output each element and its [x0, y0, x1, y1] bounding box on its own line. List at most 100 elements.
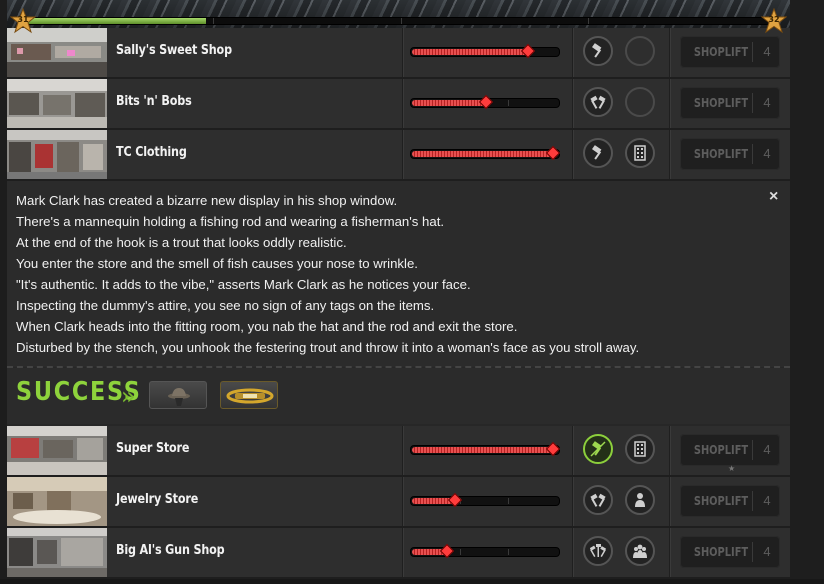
progress-segment	[588, 18, 589, 24]
divider	[669, 528, 670, 577]
progress-marker-icon	[478, 94, 493, 110]
divider	[669, 477, 670, 526]
crime-progress-bar	[410, 94, 560, 110]
shoplift-button[interactable]: SHOPLIFT 4	[680, 485, 780, 517]
story-line: Disturbed by the stench, you unhook the …	[16, 340, 640, 355]
shoplift-button[interactable]: SHOPLIFT 4	[680, 87, 780, 119]
three-hammers-icon[interactable]	[583, 536, 613, 566]
divider	[752, 440, 753, 460]
crime-name: Bits 'n' Bobs	[116, 94, 192, 109]
divider	[572, 528, 573, 577]
shoplift-button[interactable]: SHOPLIFT 4	[680, 536, 780, 568]
progress-tick	[508, 549, 509, 555]
progress-marker-icon	[545, 145, 561, 161]
hammers-icon[interactable]	[583, 485, 613, 515]
close-icon[interactable]: ×	[769, 188, 778, 206]
divider	[402, 130, 403, 179]
story-line: "It's authentic. It adds to the vibe," a…	[16, 277, 471, 292]
divider	[752, 144, 753, 164]
crime-row-jewelry-store: Jewelry Store SHOPLIFT 4	[7, 477, 790, 528]
hammer-icon[interactable]	[583, 138, 613, 168]
crime-name: Big Al's Gun Shop	[116, 543, 225, 558]
gun-shop-thumbnail	[7, 528, 107, 577]
nerve-cost: 4	[763, 442, 771, 457]
nerve-cost: 4	[763, 146, 771, 161]
crime-progress-fill	[412, 100, 485, 106]
group-icon[interactable]	[625, 536, 655, 566]
fisherman-hat-item-icon[interactable]	[149, 381, 207, 409]
progress-tick	[508, 100, 509, 106]
shoplift-button[interactable]: SHOPLIFT 4	[680, 138, 780, 170]
nerve-cost: 4	[763, 44, 771, 59]
result-bar: SUCCESS »	[7, 368, 790, 424]
person-icon[interactable]	[625, 485, 655, 515]
progress-segment	[401, 18, 402, 24]
progress-segment	[213, 18, 214, 24]
divider	[402, 79, 403, 128]
crime-progress-bar	[410, 492, 560, 508]
crimes-app: 31 32 Sally's Sweet Shop SHOPLIFT 4 Bits…	[0, 0, 824, 584]
progress-marker-icon	[439, 543, 454, 559]
crime-row-bits-n-bobs: Bits 'n' Bobs SHOPLIFT 4	[7, 79, 790, 130]
hammers-icon[interactable]	[583, 87, 613, 117]
divider	[402, 477, 403, 526]
empty-slot-icon	[625, 87, 655, 117]
divider	[669, 79, 670, 128]
shoplift-label: SHOPLIFT	[693, 147, 749, 161]
divider	[572, 130, 573, 179]
shoplift-button[interactable]: SHOPLIFT 4	[680, 434, 780, 466]
crime-progress-bar	[410, 43, 560, 59]
story-line: At the end of the hook is a trout that l…	[16, 235, 347, 250]
star-icon: ★	[728, 464, 736, 473]
crime-name: Sally's Sweet Shop	[116, 43, 232, 58]
divider	[669, 130, 670, 179]
crime-progress-fill	[412, 151, 552, 157]
chevron-right-icon: »	[121, 382, 136, 410]
super-store-thumbnail	[7, 426, 107, 475]
divider	[572, 28, 573, 77]
story-line: When Clark heads into the fitting room, …	[16, 319, 518, 334]
progress-marker-icon	[447, 492, 463, 508]
fishing-rod-item-icon[interactable]	[220, 381, 278, 409]
divider	[752, 93, 753, 113]
crime-progress-fill	[412, 447, 552, 453]
divider	[572, 426, 573, 475]
jewelry-store-thumbnail	[7, 477, 107, 526]
bits-n-bobs-thumbnail	[7, 79, 107, 128]
crime-progress-bar	[410, 145, 561, 161]
progress-tick	[508, 498, 509, 504]
hammer-crossed-icon[interactable]	[583, 434, 613, 464]
crime-name: TC Clothing	[116, 145, 187, 160]
level-progress-fill	[26, 18, 207, 24]
divider	[752, 42, 753, 62]
crime-progress-fill	[412, 49, 527, 55]
film-reel-icon[interactable]	[625, 434, 655, 464]
sweet-shop-thumbnail	[7, 28, 107, 77]
current-level-star-icon: 31	[10, 8, 36, 34]
divider	[752, 542, 753, 562]
film-reel-icon[interactable]	[625, 138, 655, 168]
crime-name: Super Store	[116, 441, 190, 456]
story-line: Mark Clark has created a bizarre new dis…	[16, 193, 398, 208]
divider	[402, 426, 403, 475]
bottom-edge	[0, 579, 824, 584]
divider	[669, 28, 670, 77]
progress-tick	[460, 549, 461, 555]
hammer-icon[interactable]	[583, 36, 613, 66]
empty-slot-icon	[625, 36, 655, 66]
crime-progress-bar	[410, 441, 561, 457]
story-line: Inspecting the dummy's attire, you see n…	[16, 298, 435, 313]
crime-row-gun-shop: Big Al's Gun Shop SHOPLIFT 4	[7, 528, 790, 579]
shoplift-label: SHOPLIFT	[693, 45, 749, 59]
divider	[402, 28, 403, 77]
current-level: 31	[17, 15, 29, 24]
progress-marker-icon	[545, 441, 561, 457]
crime-outcome-story: Mark Clark has created a bizarre new dis…	[7, 181, 790, 367]
nerve-cost: 4	[763, 95, 771, 110]
crime-progress-bar	[410, 543, 560, 559]
shoplift-button[interactable]: SHOPLIFT 4	[680, 36, 780, 68]
divider	[572, 477, 573, 526]
level-progress-bar	[25, 17, 779, 25]
crime-name: Jewelry Store	[116, 492, 199, 507]
crime-row-super-store: Super Store SHOPLIFT 4 ★	[7, 426, 790, 477]
